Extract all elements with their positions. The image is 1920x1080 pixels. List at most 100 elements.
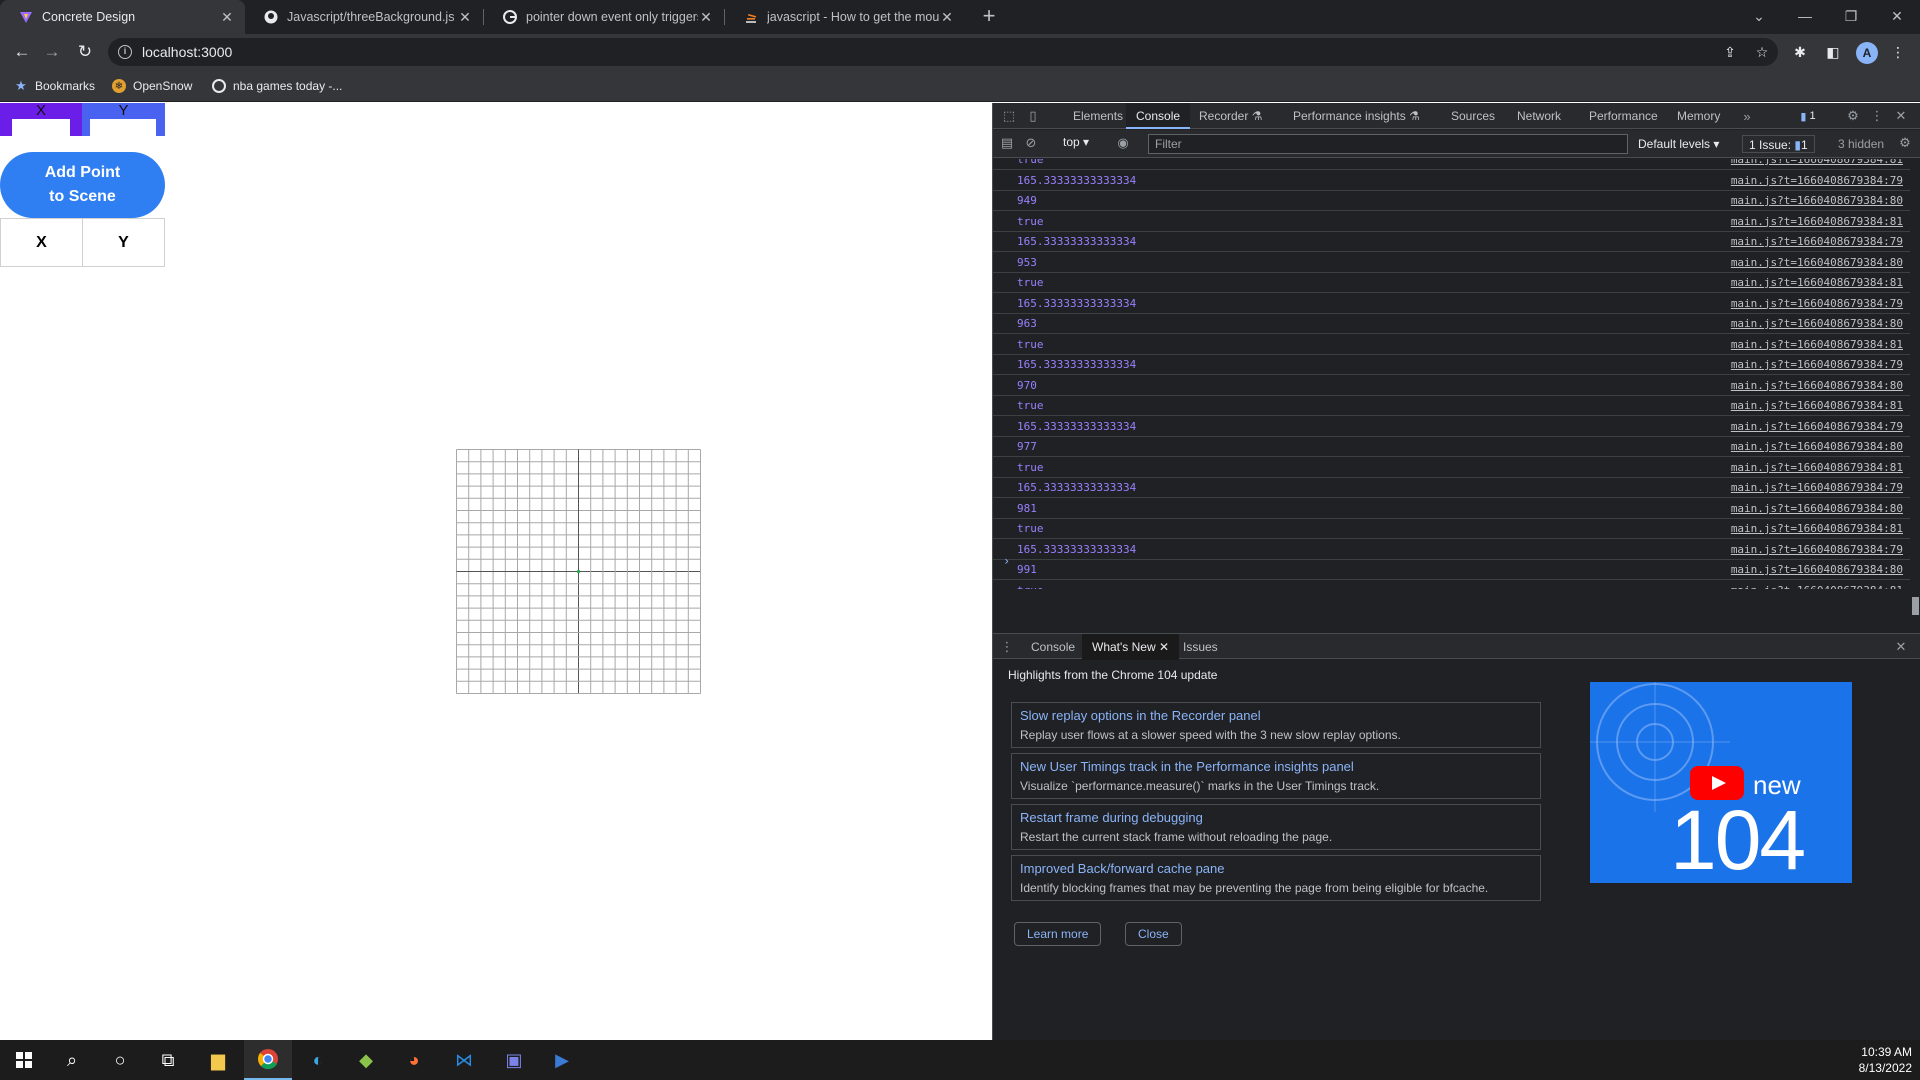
add-point-button[interactable]: Add Point to Scene — [0, 152, 165, 218]
chrome-icon[interactable] — [244, 1040, 292, 1080]
card-title[interactable]: Slow replay options in the Recorder pane… — [1020, 708, 1261, 723]
log-source-link[interactable]: main.js?t=1660408679384:79 — [1731, 420, 1903, 433]
log-source-link[interactable]: main.js?t=1660408679384:79 — [1731, 358, 1903, 371]
clear-console-icon[interactable]: ⊘ — [1023, 135, 1039, 151]
log-levels-select[interactable]: Default levels ▾ — [1638, 137, 1719, 151]
windows-start-icon[interactable] — [0, 1040, 48, 1080]
close-icon[interactable]: ✕ — [1159, 640, 1169, 654]
tab-performance[interactable]: Performance — [1579, 103, 1668, 129]
tab-network[interactable]: Network — [1507, 103, 1571, 129]
log-source-link[interactable]: main.js?t=1660408679384:79 — [1731, 235, 1903, 248]
log-source-link[interactable]: main.js?t=1660408679384:81 — [1731, 338, 1903, 351]
console-prompt[interactable]: › — [1003, 554, 1010, 568]
issues-counter[interactable]: 1 Issue: ▮1 — [1742, 135, 1815, 153]
vscode-icon[interactable]: ⋈ — [440, 1040, 488, 1080]
close-devtools-icon[interactable]: ✕ — [1893, 108, 1909, 124]
gear-icon[interactable]: ⚙ — [1845, 108, 1861, 124]
log-source-link[interactable]: main.js?t=1660408679384:81 — [1731, 584, 1903, 590]
close-icon[interactable]: ✕ — [698, 9, 714, 26]
address-bar[interactable]: i localhost:3000 — [108, 38, 1778, 66]
drawer-menu-icon[interactable]: ⋮ — [999, 639, 1015, 655]
card-title[interactable]: New User Timings track in the Performanc… — [1020, 759, 1354, 774]
search-icon[interactable]: ⌕ — [48, 1040, 96, 1080]
log-source-link[interactable]: main.js?t=1660408679384:79 — [1731, 543, 1903, 556]
system-clock[interactable]: 10:39 AM 8/13/2022 — [1859, 1044, 1912, 1076]
task-view-icon[interactable]: ⧉ — [144, 1040, 192, 1080]
close-icon[interactable]: ✕ — [939, 9, 955, 26]
close-icon[interactable]: ✕ — [457, 9, 473, 26]
log-source-link[interactable]: main.js?t=1660408679384:81 — [1731, 276, 1903, 289]
log-source-link[interactable]: main.js?t=1660408679384:80 — [1731, 194, 1903, 207]
device-toolbar-icon[interactable]: ▯ — [1025, 108, 1041, 124]
whats-new-card[interactable]: Improved Back/forward cache pane Identif… — [1011, 855, 1541, 901]
log-source-link[interactable]: main.js?t=1660408679384:80 — [1731, 502, 1903, 515]
kebab-menu-icon[interactable]: ⋮ — [1888, 42, 1908, 62]
tab-search-icon[interactable]: ⌄ — [1736, 0, 1782, 32]
browser-tab-stackoverflow[interactable]: javascript - How to get the mous ✕ — [725, 0, 965, 34]
log-source-link[interactable]: main.js?t=1660408679384:81 — [1731, 399, 1903, 412]
close-icon[interactable]: ✕ — [219, 9, 235, 26]
log-source-link[interactable]: main.js?t=1660408679384:80 — [1731, 256, 1903, 269]
scrollbar-thumb[interactable] — [1912, 597, 1919, 615]
tab-performance-insights[interactable]: Performance insights ⚗ — [1283, 103, 1430, 129]
console-output[interactable]: true main.js?t=1660408679384:81 165.333333… — [993, 159, 1920, 589]
eye-icon[interactable]: ◉ — [1115, 135, 1131, 151]
share-icon[interactable]: ⇪ — [1720, 42, 1740, 62]
bookmark-opensnow[interactable]: ❄ OpenSnow — [112, 76, 192, 96]
drawer-tab-whats-new[interactable]: What's New ✕ — [1082, 634, 1180, 660]
sidebar-toggle-icon[interactable]: ▤ — [999, 135, 1015, 151]
log-source-link[interactable]: main.js?t=1660408679384:80 — [1731, 317, 1903, 330]
back-arrow-icon[interactable]: ← — [8, 38, 36, 66]
cortana-icon[interactable]: ○ — [96, 1040, 144, 1080]
learn-more-button[interactable]: Learn more — [1014, 922, 1102, 946]
x-input[interactable] — [12, 119, 70, 136]
whats-new-card[interactable]: New User Timings track in the Performanc… — [1011, 753, 1541, 799]
firefox-icon[interactable]: ◕ — [390, 1040, 438, 1080]
reload-icon[interactable]: ↻ — [71, 38, 99, 66]
kebab-menu-icon[interactable]: ⋮ — [1869, 108, 1885, 124]
bookmark-star-icon[interactable]: ☆ — [1752, 42, 1772, 62]
extensions-puzzle-icon[interactable]: ✱ — [1790, 42, 1810, 62]
teams-icon[interactable]: ▣ — [490, 1040, 538, 1080]
whats-new-card[interactable]: Restart frame during debugging Restart t… — [1011, 804, 1541, 850]
tab-recorder[interactable]: Recorder ⚗ — [1189, 103, 1272, 129]
minimize-icon[interactable]: — — [1782, 0, 1828, 32]
tab-sources[interactable]: Sources — [1441, 103, 1505, 129]
drawer-tab-console[interactable]: Console — [1021, 634, 1085, 660]
console-settings-gear-icon[interactable]: ⚙ — [1897, 135, 1913, 151]
bookmark-bookmarks[interactable]: ★ Bookmarks — [14, 76, 95, 96]
tab-memory[interactable]: Memory — [1667, 103, 1730, 129]
close-drawer-icon[interactable]: ✕ — [1893, 639, 1909, 655]
log-source-link[interactable]: main.js?t=1660408679384:79 — [1731, 481, 1903, 494]
file-explorer-icon[interactable]: ▆ — [194, 1040, 242, 1080]
log-source-link[interactable]: main.js?t=1660408679384:81 — [1731, 215, 1903, 228]
window-close-icon[interactable]: ✕ — [1874, 0, 1920, 32]
whats-new-video-thumbnail[interactable]: new 104 — [1590, 682, 1852, 883]
log-source-link[interactable]: main.js?t=1660408679384:80 — [1731, 379, 1903, 392]
card-title[interactable]: Improved Back/forward cache pane — [1020, 861, 1225, 876]
console-scrollbar[interactable] — [1910, 159, 1920, 621]
log-source-link[interactable]: main.js?t=1660408679384:79 — [1731, 174, 1903, 187]
edge-icon[interactable]: ◐ — [294, 1040, 342, 1080]
issues-badge[interactable]: ▮ 1 — [1793, 108, 1823, 124]
card-title[interactable]: Restart frame during debugging — [1020, 810, 1203, 825]
filter-input[interactable] — [1148, 134, 1628, 154]
scene-grid-canvas[interactable] — [456, 449, 701, 694]
bookmark-nba-games[interactable]: nba games today -... — [212, 76, 342, 96]
restore-icon[interactable]: ❐ — [1828, 0, 1874, 32]
powershell-icon[interactable]: ▶ — [538, 1040, 586, 1080]
inspect-element-icon[interactable]: ⬚ — [1001, 108, 1017, 124]
side-panel-icon[interactable]: ◧ — [1823, 42, 1843, 62]
info-icon[interactable]: i — [118, 45, 132, 59]
log-source-link[interactable]: main.js?t=1660408679384:81 — [1731, 159, 1903, 166]
browser-tab-google-pointer[interactable]: pointer down event only triggers ✕ — [484, 0, 724, 34]
log-source-link[interactable]: main.js?t=1660408679384:80 — [1731, 440, 1903, 453]
y-input[interactable] — [90, 119, 156, 136]
tab-console[interactable]: Console — [1126, 103, 1191, 129]
avatar[interactable]: A — [1856, 42, 1878, 64]
new-tab-button[interactable]: + — [976, 4, 1002, 30]
log-source-link[interactable]: main.js?t=1660408679384:80 — [1731, 563, 1903, 576]
log-source-link[interactable]: main.js?t=1660408679384:81 — [1731, 461, 1903, 474]
messaging-app-icon[interactable]: ◆ — [342, 1040, 390, 1080]
browser-tab-concrete-design[interactable]: Concrete Design ✕ — [0, 0, 245, 34]
